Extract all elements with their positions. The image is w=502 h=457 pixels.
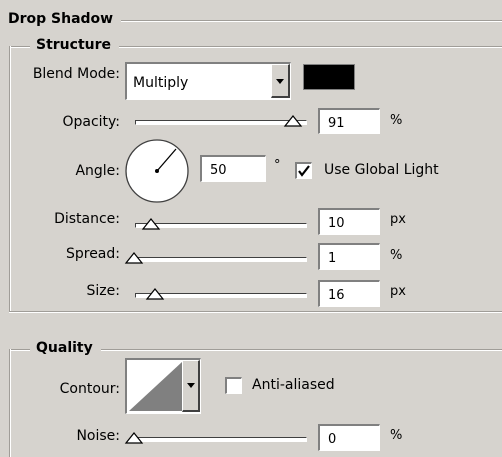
- shadow-color-swatch[interactable]: [303, 64, 355, 90]
- quality-title: Quality: [30, 340, 101, 356]
- angle-label: Angle:: [75, 163, 120, 179]
- noise-unit: %: [390, 428, 403, 443]
- structure-frame-bottom: [9, 311, 502, 313]
- angle-dial[interactable]: [123, 137, 191, 205]
- chevron-down-icon: [187, 383, 195, 388]
- chevron-down-icon: [276, 79, 284, 84]
- noise-label: Noise:: [76, 428, 120, 444]
- anti-aliased-label: Anti-aliased: [252, 377, 335, 393]
- opacity-label: Opacity:: [62, 114, 120, 130]
- anti-aliased-checkbox[interactable]: [225, 377, 242, 394]
- angle-input[interactable]: 50: [200, 155, 266, 182]
- noise-input[interactable]: 0: [318, 424, 380, 451]
- contour-picker[interactable]: [125, 358, 201, 414]
- blend-mode-value: Multiply: [133, 75, 189, 91]
- spread-slider-track[interactable]: [135, 257, 307, 262]
- blend-mode-label: Blend Mode:: [32, 66, 120, 82]
- contour-label: Contour:: [59, 381, 120, 397]
- angle-unit: °: [274, 158, 281, 173]
- size-slider-thumb[interactable]: [145, 288, 165, 300]
- opacity-unit: %: [390, 113, 403, 128]
- distance-input[interactable]: 10: [318, 208, 380, 235]
- spread-slider-thumb[interactable]: [124, 252, 144, 264]
- blend-mode-dropdown-button[interactable]: [271, 64, 290, 98]
- opacity-input[interactable]: 91: [318, 108, 380, 134]
- distance-label: Distance:: [54, 211, 120, 227]
- distance-slider-thumb[interactable]: [141, 218, 161, 230]
- noise-slider-track[interactable]: [135, 437, 307, 442]
- checkmark-icon: [298, 165, 310, 177]
- structure-frame-left: [9, 46, 11, 311]
- blend-mode-select[interactable]: Multiply: [125, 62, 291, 100]
- size-label: Size:: [86, 283, 120, 299]
- use-global-light-checkbox[interactable]: [295, 162, 312, 179]
- size-unit: px: [390, 284, 406, 299]
- distance-unit: px: [390, 212, 406, 227]
- opacity-slider-thumb[interactable]: [283, 115, 303, 127]
- noise-slider-thumb[interactable]: [124, 432, 144, 444]
- quality-frame-left: [9, 349, 11, 457]
- size-input[interactable]: 16: [318, 280, 380, 307]
- spread-unit: %: [390, 248, 403, 263]
- panel-title: Drop Shadow: [8, 11, 122, 27]
- spread-label: Spread:: [65, 246, 120, 262]
- opacity-slider-track[interactable]: [135, 120, 307, 125]
- contour-dropdown-button[interactable]: [182, 360, 200, 412]
- contour-preview-icon: [129, 362, 182, 411]
- use-global-light-label: Use Global Light: [324, 162, 439, 178]
- structure-title: Structure: [30, 37, 120, 53]
- spread-input[interactable]: 1: [318, 243, 380, 270]
